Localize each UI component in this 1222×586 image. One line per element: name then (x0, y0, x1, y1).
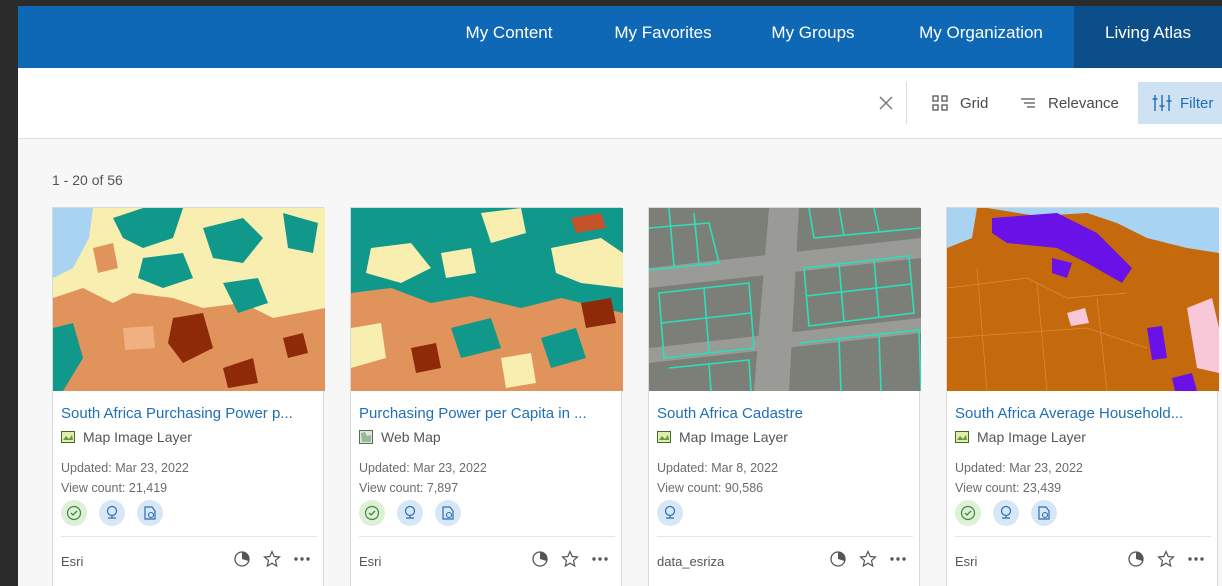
map-image-layer-icon (61, 431, 75, 443)
item-title-link[interactable]: Purchasing Power per Capita in ... (359, 405, 617, 422)
grid-icon (932, 95, 948, 111)
item-owner[interactable]: data_esriza (657, 554, 724, 569)
sort-icon (1021, 98, 1035, 108)
item-type-label: Map Image Layer (679, 429, 788, 445)
card-actions (817, 550, 907, 568)
result-count: 1 - 20 of 56 (52, 172, 123, 188)
badge-row (657, 500, 695, 526)
item-type-label: Map Image Layer (977, 429, 1086, 445)
item-meta: Updated: Mar 23, 2022 View count: 23,439 (955, 458, 1083, 498)
updated-date: Updated: Mar 8, 2022 (657, 461, 778, 475)
item-owner[interactable]: Esri (359, 554, 381, 569)
badge-row (61, 500, 175, 526)
view-count: View count: 90,586 (657, 481, 764, 495)
favorite-star-icon[interactable] (263, 550, 281, 568)
item-card[interactable]: Purchasing Power per Capita in ... Web M… (350, 207, 623, 586)
subscriber-content-icon[interactable] (1031, 500, 1057, 526)
badge-row (955, 500, 1069, 526)
item-type: Map Image Layer (657, 429, 788, 445)
authoritative-icon[interactable] (955, 500, 981, 526)
subscriber-content-icon[interactable] (435, 500, 461, 526)
favorite-star-icon[interactable] (1157, 550, 1175, 568)
card-divider (955, 536, 1211, 537)
map-thumbnail[interactable] (947, 208, 1219, 391)
item-title-link[interactable]: South Africa Average Household... (955, 405, 1213, 422)
item-type: Map Image Layer (955, 429, 1086, 445)
toolbar-divider (906, 82, 907, 124)
authoritative-icon[interactable] (359, 500, 385, 526)
choropleth-thumbnail-image (53, 208, 325, 391)
tab-my-organization[interactable]: My Organization (902, 6, 1060, 68)
favorite-star-icon[interactable] (859, 550, 877, 568)
updated-date: Updated: Mar 23, 2022 (359, 461, 487, 475)
choropleth-thumbnail-image (947, 208, 1219, 391)
item-title-link[interactable]: South Africa Cadastre (657, 405, 915, 422)
filter-sliders-icon (1152, 95, 1172, 111)
map-image-layer-icon (657, 431, 671, 443)
share-status-icon[interactable] (233, 550, 251, 568)
grid-label: Grid (960, 94, 989, 112)
share-status-icon[interactable] (531, 550, 549, 568)
item-card[interactable]: South Africa Average Household... Map Im… (946, 207, 1219, 586)
tab-my-groups[interactable]: My Groups (754, 6, 872, 68)
card-divider (61, 536, 317, 537)
share-status-icon[interactable] (1127, 550, 1145, 568)
tab-my-favorites[interactable]: My Favorites (600, 6, 726, 68)
map-image-layer-icon (955, 431, 969, 443)
updated-date: Updated: Mar 23, 2022 (61, 461, 189, 475)
card-divider (359, 536, 615, 537)
item-type-label: Map Image Layer (83, 429, 192, 445)
more-options-icon[interactable] (889, 556, 907, 562)
subscriber-content-icon[interactable] (137, 500, 163, 526)
item-card[interactable]: South Africa Purchasing Power p... Map I… (52, 207, 325, 586)
living-atlas-icon[interactable] (657, 500, 683, 526)
living-atlas-icon[interactable] (993, 500, 1019, 526)
card-actions (519, 550, 609, 568)
app-frame: My Content My Favorites My Groups My Org… (18, 6, 1222, 586)
tab-my-content[interactable]: My Content (448, 6, 570, 68)
sort-label: Relevance (1048, 94, 1119, 112)
close-icon (879, 96, 893, 110)
toolbar: Grid Relevance Filter (18, 68, 1222, 139)
choropleth-thumbnail-image (351, 208, 623, 391)
item-type: Map Image Layer (61, 429, 192, 445)
map-thumbnail[interactable] (53, 208, 325, 391)
web-map-icon (359, 430, 373, 444)
tab-living-atlas[interactable]: Living Atlas (1074, 6, 1222, 68)
more-options-icon[interactable] (591, 556, 609, 562)
grid-view-button[interactable]: Grid (932, 68, 988, 138)
filter-button[interactable]: Filter (1138, 82, 1222, 124)
badge-row (359, 500, 473, 526)
item-owner[interactable]: Esri (61, 554, 83, 569)
share-status-icon[interactable] (829, 550, 847, 568)
item-title-link[interactable]: South Africa Purchasing Power p... (61, 405, 319, 422)
clear-search-button[interactable] (878, 68, 906, 138)
authoritative-icon[interactable] (61, 500, 87, 526)
item-type: Web Map (359, 429, 441, 445)
item-meta: Updated: Mar 23, 2022 View count: 7,897 (359, 458, 487, 498)
view-count: View count: 21,419 (61, 481, 168, 495)
map-thumbnail[interactable] (351, 208, 623, 391)
item-meta: Updated: Mar 8, 2022 View count: 90,586 (657, 458, 778, 498)
item-type-label: Web Map (381, 429, 441, 445)
more-options-icon[interactable] (293, 556, 311, 562)
card-actions (1115, 550, 1205, 568)
top-nav: My Content My Favorites My Groups My Org… (18, 6, 1222, 68)
cadastre-imagery-thumbnail-image (649, 208, 921, 391)
item-card[interactable]: South Africa Cadastre Map Image Layer Up… (648, 207, 921, 586)
card-actions (221, 550, 311, 568)
view-count: View count: 23,439 (955, 481, 1062, 495)
filter-label: Filter (1180, 94, 1214, 112)
item-owner[interactable]: Esri (955, 554, 977, 569)
updated-date: Updated: Mar 23, 2022 (955, 461, 1083, 475)
more-options-icon[interactable] (1187, 556, 1205, 562)
item-meta: Updated: Mar 23, 2022 View count: 21,419 (61, 458, 189, 498)
map-thumbnail[interactable] (649, 208, 921, 391)
favorite-star-icon[interactable] (561, 550, 579, 568)
card-divider (657, 536, 913, 537)
view-count: View count: 7,897 (359, 481, 459, 495)
living-atlas-icon[interactable] (99, 500, 125, 526)
living-atlas-icon[interactable] (397, 500, 423, 526)
sort-button[interactable]: Relevance (1020, 68, 1119, 138)
